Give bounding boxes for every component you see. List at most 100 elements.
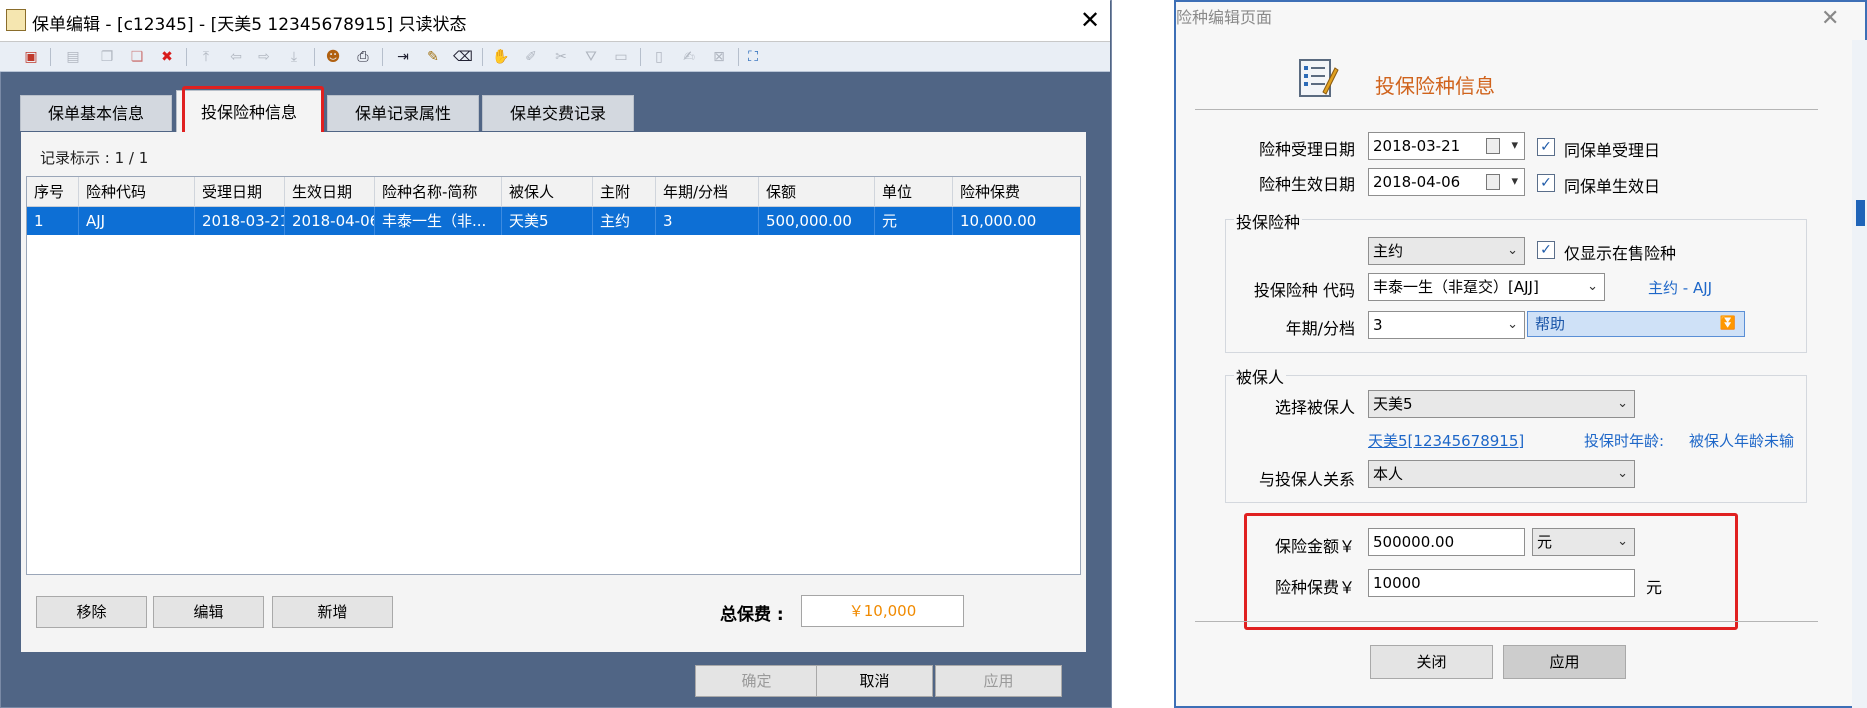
insurance-group-label: 投保险种 — [1234, 209, 1303, 233]
cell-accept-date: 2018-03-21 — [195, 207, 285, 235]
cell-amount: 500,000.00 — [759, 207, 875, 235]
same-accept-checkbox[interactable]: ✓ — [1537, 138, 1555, 156]
prev-record-icon[interactable]: ⇦ — [225, 46, 247, 68]
insured-select[interactable]: 天美5 ⌄ — [1368, 390, 1635, 418]
filter-icon[interactable]: ⛛ — [580, 46, 602, 68]
age-label: 投保时年龄: — [1584, 432, 1665, 450]
effective-date-label: 险种生效日期 — [1258, 175, 1355, 194]
term-label: 年期/分档 — [1285, 319, 1355, 338]
add-button[interactable]: 新增 — [272, 596, 393, 628]
effective-date-field[interactable]: 2018-04-06 ▾ — [1368, 168, 1525, 196]
column-header[interactable]: 主附 — [593, 177, 656, 207]
term-select[interactable]: 3 ⌄ — [1368, 311, 1525, 339]
same-effective-checkbox[interactable]: ✓ — [1537, 174, 1555, 192]
main-type-select[interactable]: 主约 ⌄ — [1368, 237, 1525, 265]
tab-basic-info[interactable]: 保单基本信息 — [20, 95, 172, 131]
chevron-down-icon[interactable]: ▾ — [1511, 169, 1518, 195]
accept-date-value: 2018-03-21 — [1373, 137, 1461, 155]
tab-payment-records[interactable]: 保单交费记录 — [482, 95, 634, 131]
chevron-down-icon[interactable]: ▾ — [1511, 133, 1518, 159]
premium-input[interactable]: 10000 — [1368, 569, 1635, 597]
code-link[interactable]: 主约 - AJJ — [1648, 277, 1712, 298]
apply-button[interactable]: 应用 — [935, 665, 1062, 697]
amount-unit-select[interactable]: 元 ⌄ — [1532, 528, 1635, 556]
column-header[interactable]: 序号 — [27, 177, 79, 207]
left-title-bar: 保单编辑 - [c12345] - [天美5 12345678915] 只读状态… — [0, 0, 1110, 42]
print-icon[interactable]: ⎙ — [352, 46, 374, 68]
code-select[interactable]: 丰泰一生（非趸交）[AJJ] ⌄ — [1368, 273, 1605, 301]
column-header[interactable]: 险种代码 — [79, 177, 195, 207]
save-icon[interactable]: ▤ — [62, 46, 84, 68]
help-label: 帮助 — [1535, 315, 1566, 333]
column-header[interactable]: 年期/分档 — [656, 177, 759, 207]
clear-icon[interactable]: ⌫ — [452, 46, 474, 68]
cell-code: AJJ — [79, 207, 195, 235]
edit-button[interactable]: 编辑 — [153, 596, 264, 628]
remove-icon[interactable]: ⊠ — [708, 46, 730, 68]
calendar-icon[interactable] — [1486, 174, 1500, 190]
window-icon[interactable]: ▭ — [610, 46, 632, 68]
cell-effective-date: 2018-04-06 — [285, 207, 375, 235]
insured-group-label: 被保人 — [1234, 364, 1287, 388]
column-header[interactable]: 保额 — [759, 177, 875, 207]
fullscreen-icon[interactable]: ⛶ — [742, 46, 764, 68]
premium-label: 险种保费￥ — [1274, 578, 1355, 597]
scrollbar-thumb[interactable] — [1856, 200, 1865, 226]
ok-button[interactable]: 确定 — [695, 665, 818, 697]
column-header[interactable]: 被保人 — [502, 177, 593, 207]
on-sale-checkbox[interactable]: ✓ — [1537, 241, 1555, 259]
approve-icon[interactable]: ✋ — [490, 46, 512, 68]
copy-icon[interactable]: ❐ — [96, 46, 118, 68]
scrollbar[interactable] — [1852, 40, 1867, 708]
column-header[interactable]: 单位 — [875, 177, 953, 207]
edit-icon[interactable]: ✎ — [422, 46, 444, 68]
delete-icon[interactable]: ✖ — [156, 46, 178, 68]
cell-main-rider: 主约 — [593, 207, 656, 235]
column-header[interactable]: 生效日期 — [285, 177, 375, 207]
cell-unit: 元 — [875, 207, 953, 235]
cancel-button[interactable]: 取消 — [816, 665, 933, 697]
cut-icon[interactable]: ✂ — [550, 46, 572, 68]
insured-link[interactable]: 天美5[12345678915] — [1368, 430, 1524, 451]
close-button[interactable]: 关闭 — [1370, 645, 1493, 679]
pen-icon[interactable]: ✐ — [520, 46, 542, 68]
total-premium-value: ￥10,000 — [801, 595, 964, 627]
effective-date-value: 2018-04-06 — [1373, 173, 1461, 191]
exit-icon[interactable]: ▣ — [20, 46, 42, 68]
cell-premium: 10,000.00 — [960, 212, 1037, 230]
toolbar: ▣ ▤ ❐ ❏ ✖ ⤒ ⇦ ⇨ ⤓ ☻ ⎙ ⇥ ✎ ⌫ ✋ ✐ ✂ ⛛ ▭ ▯ … — [0, 42, 1110, 72]
term-value: 3 — [1373, 316, 1383, 334]
age-value: 被保人年龄未输 — [1689, 432, 1795, 450]
close-icon[interactable]: ✕ — [1821, 6, 1839, 31]
first-record-icon[interactable]: ⤒ — [195, 46, 217, 68]
relation-select[interactable]: 本人 ⌄ — [1368, 460, 1635, 488]
page-icon[interactable]: ▯ — [648, 46, 670, 68]
amount-input[interactable]: 500000.00 — [1368, 528, 1525, 556]
main-type-value: 主约 — [1373, 242, 1404, 260]
relation-label: 与投保人关系 — [1258, 470, 1355, 489]
last-record-icon[interactable]: ⤓ — [283, 46, 305, 68]
right-window-title: 险种编辑页面 — [1176, 8, 1273, 27]
import-icon[interactable]: ⇥ — [392, 46, 414, 68]
column-header[interactable]: 受理日期 — [195, 177, 285, 207]
paste-icon[interactable]: ❏ — [126, 46, 148, 68]
insured-value: 天美5 — [1373, 395, 1413, 413]
divider — [1195, 621, 1818, 622]
select-insured-label: 选择被保人 — [1274, 398, 1355, 417]
tab-record-attributes[interactable]: 保单记录属性 — [327, 95, 479, 131]
user-icon[interactable]: ☻ — [322, 46, 344, 68]
accept-date-field[interactable]: 2018-03-21 ▾ — [1368, 132, 1525, 160]
code-value: 丰泰一生（非趸交）[AJJ] — [1373, 278, 1539, 296]
table-row[interactable]: 1 AJJ 2018-03-21 2018-04-06 丰泰一生（非... 天美… — [27, 207, 1080, 235]
column-header[interactable]: 险种名称-简称 — [375, 177, 502, 207]
remove-button[interactable]: 移除 — [36, 596, 147, 628]
note-icon[interactable]: ✍ — [678, 46, 700, 68]
help-dropdown[interactable]: 帮助 ⏬ — [1527, 311, 1745, 337]
close-icon[interactable]: ✕ — [1074, 4, 1106, 36]
column-header[interactable]: 险种保费 — [953, 177, 1080, 207]
cell-insured: 天美5 — [502, 207, 593, 235]
apply-button-right[interactable]: 应用 — [1503, 645, 1626, 679]
next-record-icon[interactable]: ⇨ — [253, 46, 275, 68]
accept-date-label: 险种受理日期 — [1258, 140, 1355, 159]
calendar-icon[interactable] — [1486, 138, 1500, 154]
